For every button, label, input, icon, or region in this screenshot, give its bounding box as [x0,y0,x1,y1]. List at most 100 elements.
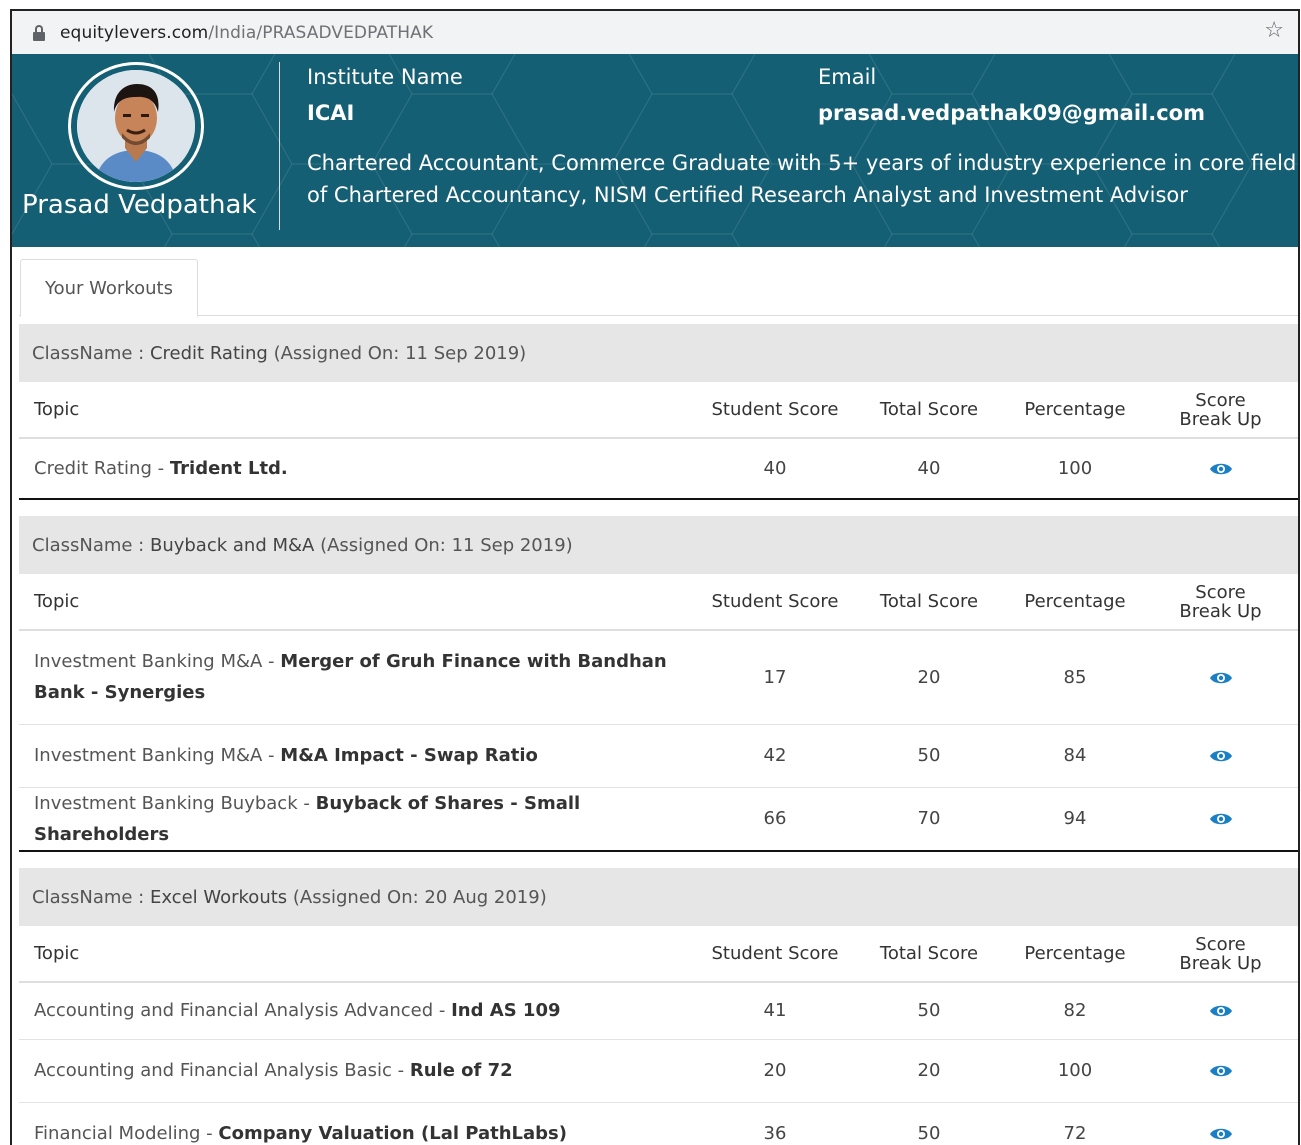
eye-icon[interactable] [1209,1003,1233,1019]
email-value[interactable]: prasad.vedpathak09@gmail.com [818,101,1205,125]
col-score-line1: Score [1195,389,1246,411]
topic-separator: - [297,792,316,814]
student-score: 20 [701,1039,849,1103]
class-prefix: ClassName : [32,342,150,364]
eye-icon[interactable] [1209,748,1233,764]
col-percentage: Percentage [1009,382,1141,439]
url-text[interactable]: equitylevers.com/India/PRASADVEDPATHAK [60,23,433,43]
class-section: ClassName : Buyback and M&A (Assigned On… [19,516,1298,852]
table-row: Accounting and Financial Analysis Basic … [19,1039,1298,1103]
browser-window: equitylevers.com/India/PRASADVEDPATHAK ☆ [10,9,1300,1145]
total-score: 40 [917,458,941,479]
student-score: 66 [763,808,787,830]
col-score-line1: Score [1195,581,1246,603]
col-total-score: Total Score [849,382,1009,439]
class-header: ClassName : Credit Rating (Assigned On: … [19,324,1298,382]
url-path: /India/PRASADVEDPATHAK [208,22,434,43]
profile-banner: Prasad Vedpathak Institute Name ICAI Ema… [12,54,1298,247]
class-section: ClassName : Credit Rating (Assigned On: … [19,324,1298,500]
percentage: 94 [1063,808,1087,830]
topic-separator: - [433,1000,452,1022]
total-score: 20 [849,630,1009,725]
score-break-up-cell [1141,982,1298,1040]
topic-title[interactable]: Company Valuation (Lal PathLabs) [218,1123,567,1144]
total-score: 20 [849,1039,1009,1103]
col-score-break-up: Score Break Up [1141,382,1298,439]
eye-icon[interactable] [1209,1063,1233,1079]
topic-title[interactable]: M&A Impact - Swap Ratio [280,745,538,766]
topic-cell: Accounting and Financial Analysis Basic … [19,1039,701,1103]
class-header: ClassName : Excel Workouts (Assigned On:… [19,868,1298,926]
col-topic: Topic [19,382,701,439]
bookmark-star-icon[interactable]: ☆ [1264,18,1284,43]
topic-separator: - [151,458,170,479]
col-student-score: Student Score [701,574,849,631]
topic-category: Investment Banking M&A [34,651,263,673]
score-break-up-cell [1141,1039,1298,1103]
eye-icon[interactable] [1209,811,1233,827]
topic-category: Accounting and Financial Analysis Advanc… [34,1000,434,1022]
total-score: 50 [849,724,1009,788]
table-row: Investment Banking M&A - Merger of Gruh … [19,630,1298,725]
student-score: 36 [763,1123,787,1145]
col-topic: Topic [19,574,701,631]
percentage: 100 [1057,458,1093,479]
topic-category: Credit Rating [34,458,152,479]
avatar-ring [68,62,204,190]
topic-title[interactable]: Trident Ltd. [170,458,288,479]
percentage: 82 [1009,982,1141,1040]
banner-divider [279,62,280,230]
percentage: 84 [1009,724,1141,788]
topic-title[interactable]: Rule of 72 [410,1060,513,1081]
score-break-up-cell [1141,438,1298,498]
student-score: 17 [701,630,849,725]
class-name: Credit Rating [149,342,268,364]
table-row: Accounting and Financial Analysis Advanc… [19,982,1298,1040]
topic-cell: Accounting and Financial Analysis Advanc… [19,982,701,1040]
col-score-line2: Break Up [1179,952,1262,974]
topic-cell: Investment Banking Buyback - Buyback of … [19,787,701,850]
tab-bar: Your Workouts [19,259,1298,317]
col-student-score: Student Score [701,926,849,983]
topic-separator: - [391,1060,410,1081]
topic-separator: - [200,1123,219,1145]
institute-value: ICAI [307,101,355,125]
percentage: 72 [1063,1123,1087,1145]
col-total-score: Total Score [849,926,1009,983]
table-header-row: Topic Student Score Total Score Percenta… [19,382,1298,439]
address-bar[interactable]: equitylevers.com/India/PRASADVEDPATHAK ☆ [12,11,1298,54]
total-score: 50 [917,1123,941,1145]
topic-cell: Financial Modeling - Company Valuation (… [19,1102,701,1145]
tab-your-workouts[interactable]: Your Workouts [20,259,198,317]
student-score: 40 [763,458,787,479]
score-break-up-cell [1141,630,1298,725]
class-name: Buyback and M&A [149,534,315,556]
class-assigned: (Assigned On: 20 Aug 2019) [287,886,547,908]
eye-icon[interactable] [1209,670,1233,686]
col-score-break-up: Score Break Up [1141,574,1298,631]
avatar [77,70,195,182]
class-header: ClassName : Buyback and M&A (Assigned On… [19,516,1298,574]
student-score: 42 [701,724,849,788]
institute-label: Institute Name [307,65,463,89]
eye-icon[interactable] [1209,1126,1233,1142]
table-row: Investment Banking Buyback - Buyback of … [19,787,1298,850]
workout-table: Topic Student Score Total Score Percenta… [19,574,1298,850]
class-name: Excel Workouts [149,886,288,908]
email-label: Email [818,65,877,89]
url-domain: equitylevers.com [60,22,209,43]
table-row: Financial Modeling - Company Valuation (… [19,1102,1298,1145]
topic-cell: Investment Banking M&A - Merger of Gruh … [19,630,701,725]
topic-separator: - [262,745,281,766]
topic-category: Investment Banking M&A [34,745,263,766]
total-score: 50 [849,982,1009,1040]
class-assigned: (Assigned On: 11 Sep 2019) [314,534,573,556]
topic-category: Investment Banking Buyback [34,792,298,814]
col-score-line2: Break Up [1179,408,1262,430]
workout-table: Topic Student Score Total Score Percenta… [19,926,1298,1145]
col-percentage: Percentage [1009,926,1141,983]
topic-separator: - [262,651,281,673]
eye-icon[interactable] [1209,461,1233,477]
topic-title[interactable]: Ind AS 109 [451,1000,560,1021]
class-section: ClassName : Excel Workouts (Assigned On:… [19,868,1298,1145]
